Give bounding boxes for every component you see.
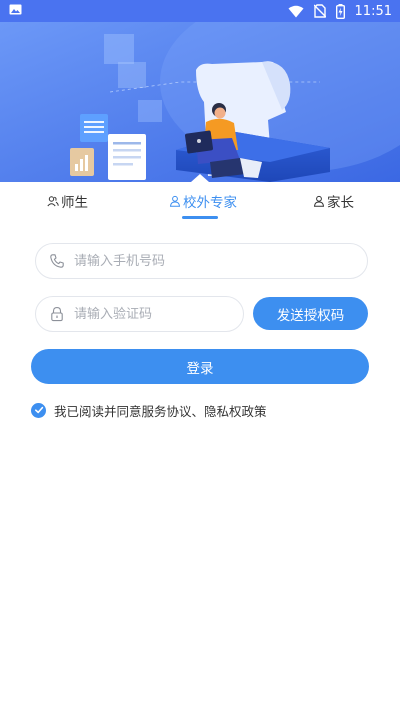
user-group-icon bbox=[47, 195, 59, 207]
code-field[interactable] bbox=[35, 296, 244, 332]
login-button[interactable]: 登录 bbox=[31, 349, 369, 384]
phone-icon bbox=[49, 253, 65, 269]
code-input[interactable] bbox=[74, 299, 224, 329]
active-tab-notch bbox=[191, 174, 209, 182]
check-icon bbox=[34, 406, 43, 414]
lock-icon bbox=[49, 306, 65, 322]
tab-teacher-student[interactable]: 师生 bbox=[47, 190, 88, 212]
status-time: 11:51 bbox=[354, 3, 392, 19]
agreement-text[interactable]: 我已阅读并同意服务协议、隐私权政策 bbox=[54, 401, 267, 420]
agreement-row: 我已阅读并同意服务协议、隐私权政策 bbox=[31, 401, 267, 419]
user-icon bbox=[169, 195, 181, 207]
phone-field[interactable] bbox=[35, 243, 368, 279]
tab-label: 师生 bbox=[61, 195, 88, 211]
user-icon bbox=[313, 195, 325, 207]
tab-parent[interactable]: 家长 bbox=[313, 190, 354, 212]
active-tab-indicator bbox=[182, 216, 218, 219]
status-bar: 11:51 bbox=[0, 0, 400, 22]
send-code-button[interactable]: 发送授权码 bbox=[253, 297, 368, 330]
hero-banner bbox=[0, 22, 400, 182]
status-icons: 11:51 bbox=[288, 0, 392, 22]
battery-charging-icon bbox=[335, 3, 345, 19]
image-icon bbox=[9, 4, 22, 15]
wifi-icon bbox=[288, 5, 304, 18]
phone-input[interactable] bbox=[74, 246, 324, 276]
hero-illustration bbox=[0, 22, 400, 182]
tab-label: 家长 bbox=[327, 195, 354, 211]
no-sim-icon bbox=[313, 4, 326, 18]
tab-label: 校外专家 bbox=[183, 195, 237, 211]
agreement-checkbox[interactable] bbox=[31, 402, 46, 418]
tab-external-expert[interactable]: 校外专家 bbox=[169, 190, 237, 212]
